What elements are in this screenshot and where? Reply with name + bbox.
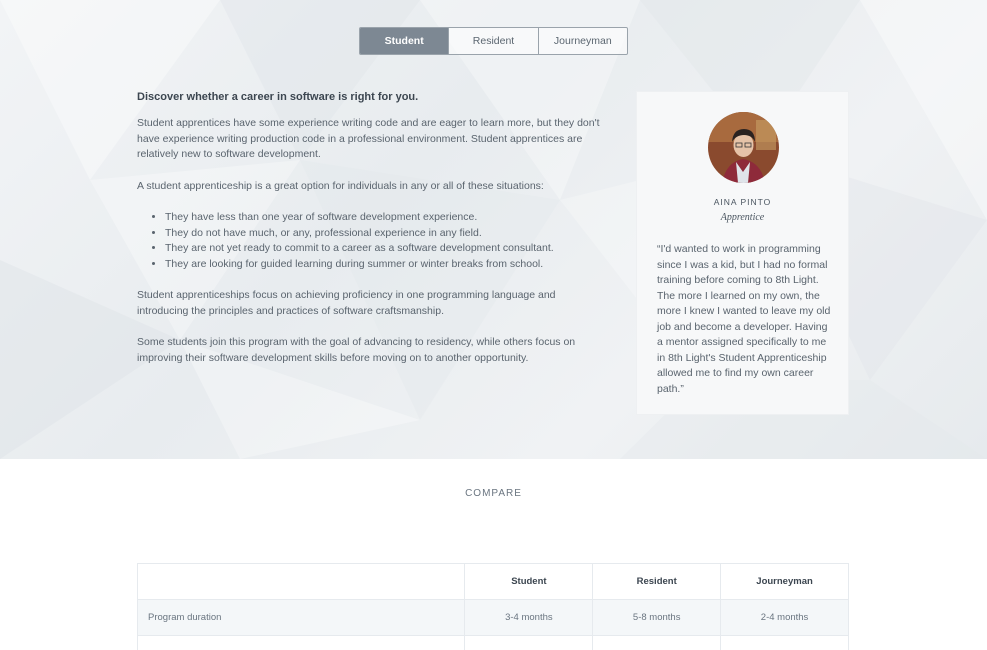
program-tabs: Student Resident Journeyman [359, 27, 628, 55]
program-description: Discover whether a career in software is… [137, 91, 607, 382]
testimonial-name: AINA PINTO [713, 197, 772, 207]
table-cell: 5-8 months [592, 599, 722, 636]
tab-resident[interactable]: Resident [449, 28, 539, 54]
table-row [136, 635, 849, 650]
lead-heading: Discover whether a career in software is… [137, 91, 419, 103]
row-label: Program duration [136, 599, 466, 636]
testimonial-card: AINA PINTO Apprentice “I'd wanted to wor… [636, 91, 849, 415]
list-item: They are not yet ready to commit to a ca… [165, 241, 607, 257]
header-cell-journeyman: Journeyman [720, 563, 849, 600]
table-cell: 3-4 months [464, 599, 594, 636]
focus-paragraph: Student apprenticeships focus on achievi… [137, 289, 556, 317]
table-cell: 2-4 months [720, 599, 849, 636]
situations-paragraph: A student apprenticeship is a great opti… [137, 179, 544, 192]
list-item: They are looking for guided learning dur… [165, 257, 607, 273]
header-cell-student: Student [464, 563, 594, 600]
table-row: Program duration 3-4 months 5-8 months 2… [136, 599, 849, 636]
tab-student[interactable]: Student [360, 28, 450, 54]
goals-paragraph: Some students join this program with the… [137, 336, 576, 364]
table-header-row: Student Resident Journeyman [136, 563, 849, 600]
testimonial-quote: “I'd wanted to work in programming since… [657, 243, 831, 395]
list-item: They have less than one year of software… [165, 210, 607, 226]
list-item: They do not have much, or any, professio… [165, 226, 607, 242]
header-cell-resident: Resident [592, 563, 722, 600]
compare-table: Student Resident Journeyman Program dura… [136, 563, 849, 650]
header-cell [136, 563, 466, 600]
situations-list: They have less than one year of software… [165, 210, 607, 272]
avatar [708, 112, 779, 183]
intro-paragraph: Student apprentices have some experience… [137, 117, 600, 160]
testimonial-role: Apprentice [720, 212, 765, 223]
compare-heading: COMPARE [465, 488, 522, 499]
tab-journeyman[interactable]: Journeyman [538, 28, 627, 54]
